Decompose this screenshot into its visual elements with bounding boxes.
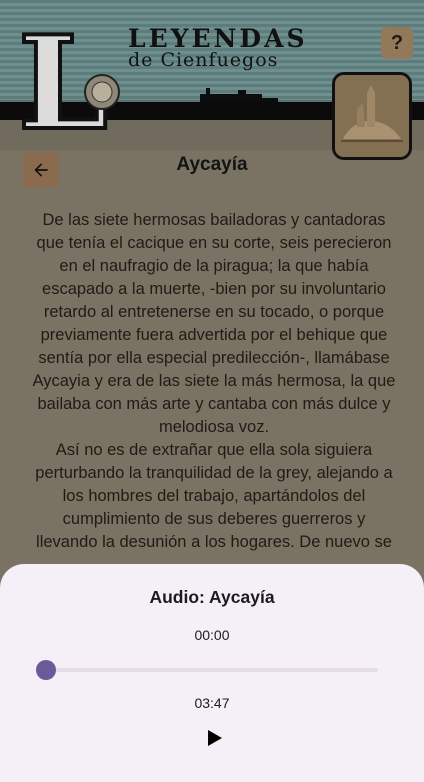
help-button[interactable]: ?: [381, 27, 413, 59]
play-icon: [208, 730, 222, 746]
current-time: 00:00: [194, 627, 230, 643]
total-time: 03:47: [194, 695, 230, 711]
help-icon: ?: [390, 31, 404, 54]
app-subtitle: de Cienfuegos: [128, 49, 279, 71]
seek-thumb[interactable]: [36, 660, 56, 680]
story-title: Aycayía: [176, 154, 248, 175]
leyendas-logo: L: [16, 20, 120, 145]
audio-title: Audio: Aycayía: [149, 587, 275, 607]
story-text: De las siete hermosas bailadoras y canta…: [30, 209, 398, 554]
story-thumbnail-image: [332, 72, 412, 160]
story-paragraph: Así no es de extrañar que ella sola sigu…: [35, 441, 393, 551]
play-button[interactable]: [200, 724, 228, 752]
story-paragraph: De las siete hermosas bailadoras y canta…: [32, 211, 396, 436]
audio-seek-slider[interactable]: [36, 660, 378, 680]
